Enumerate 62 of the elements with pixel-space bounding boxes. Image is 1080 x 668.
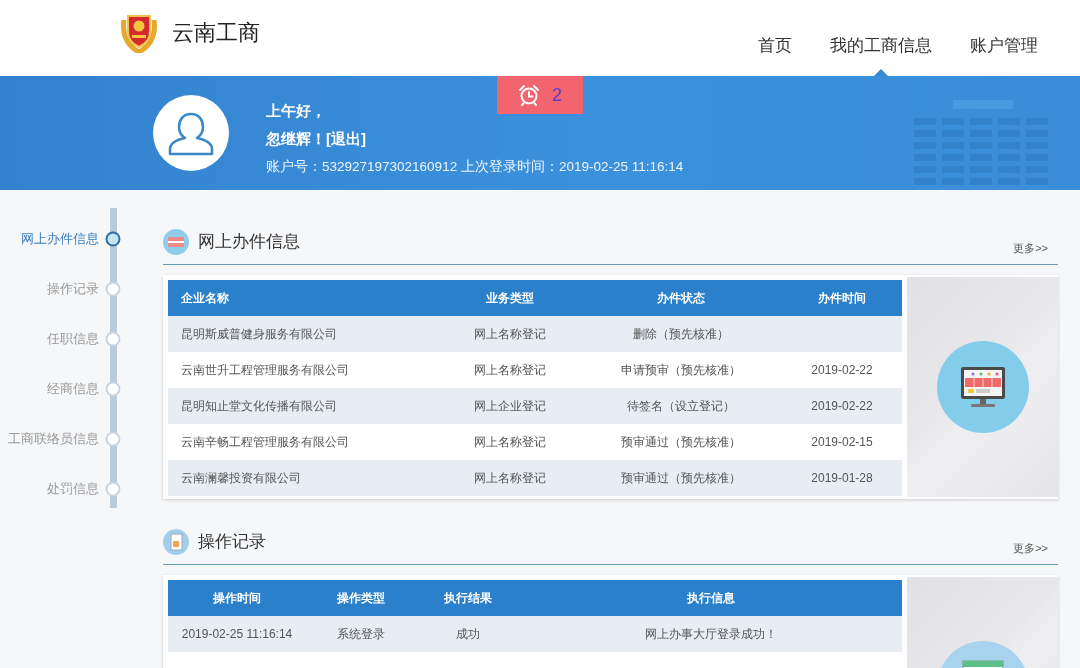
table-cell-text: 云南世升工程管理服务有限公司 — [180, 361, 350, 379]
sidebar-item[interactable]: 任职信息 — [47, 314, 121, 364]
table-cell-text: 2019-01-28 — [810, 470, 874, 487]
table-cell-text: 预审通过（预先核准） — [620, 469, 742, 487]
alarm-clock-icon — [518, 84, 540, 106]
table-cell-text: 昆明斯威普健身服务有限公司 — [180, 325, 338, 343]
sidebar-item[interactable]: 网上办件信息 — [21, 214, 121, 264]
section-title: 操作记录 — [198, 531, 266, 553]
user-name: 忽继辉！ — [266, 129, 326, 147]
sidebar-item[interactable]: 工商联络员信息 — [8, 414, 121, 464]
table-cell-text: 删除（预先核准） — [632, 325, 730, 343]
column-header: 企业名称 — [180, 289, 230, 307]
more-link[interactable]: 更多>> — [1013, 541, 1048, 556]
greeting-text: 上午好， — [266, 100, 326, 121]
table-cell-text: 云南澜馨投资有限公司 — [180, 469, 302, 487]
reminder-button[interactable]: 2 — [497, 76, 583, 114]
sidebar-item[interactable]: 处罚信息 — [47, 464, 121, 514]
timeline-node-icon — [105, 281, 121, 297]
column-header: 业务类型 — [485, 289, 535, 307]
table-cell-text: 网上企业登记 — [473, 397, 547, 415]
last-login-time: 上次登录时间：2019-02-25 11:16:14 — [460, 158, 684, 174]
table-cell-text: 预审通过（预先核准） — [620, 433, 742, 451]
table-cell-text: 2019-02-22 — [810, 362, 874, 379]
sidebar-item[interactable]: 经商信息 — [47, 364, 121, 414]
table-cell-text: 网上名称登记 — [473, 325, 547, 343]
column-header: 执行信息 — [685, 589, 736, 607]
nav-tab[interactable]: 首页 — [758, 0, 792, 76]
monitor-icon — [936, 341, 1029, 433]
table-cell-text: 网上办事大厅登录成功！ — [643, 625, 778, 643]
table-cell-text: 系统登录 — [336, 625, 386, 643]
section-title: 网上办件信息 — [198, 231, 300, 253]
table-cell-text: 申请预审（预先核准） — [620, 361, 742, 379]
more-link[interactable]: 更多>> — [1013, 241, 1048, 256]
nav-tab[interactable]: 账户管理 — [970, 0, 1038, 76]
table-cell-text: 云南辛畅工程管理服务有限公司 — [180, 433, 350, 451]
timeline-node-icon — [105, 231, 121, 247]
table-cell-text: 待签名（设立登记） — [626, 397, 736, 415]
account-number: 账户号：532927197302160912 — [266, 158, 458, 174]
column-header: 操作类型 — [336, 589, 386, 607]
column-header: 办件状态 — [656, 289, 706, 307]
nav-tab[interactable]: 我的工商信息 — [830, 0, 932, 76]
column-header: 办件时间 — [817, 289, 867, 307]
table-cell-text: 2019-02-15 — [810, 434, 874, 451]
timeline-node-icon — [105, 381, 121, 397]
logout-link[interactable]: [退出] — [326, 129, 366, 147]
table-cell-text: 2019-02-25 11:16:14 — [180, 626, 294, 643]
table-cell-text: 网上名称登记 — [473, 469, 547, 487]
table-cell-text: 2019-02-22 — [810, 398, 874, 415]
card-icon — [163, 228, 189, 255]
table-cell-text: 网上名称登记 — [473, 361, 547, 379]
timeline-node-icon — [105, 481, 121, 497]
sidebar-item[interactable]: 操作记录 — [47, 264, 121, 314]
timeline-node-icon — [105, 331, 121, 347]
table-cell-text: 成功 — [454, 625, 481, 643]
site-title: 云南工商 — [172, 19, 260, 47]
table-cell-text: 昆明知止堂文化传播有限公司 — [180, 397, 338, 415]
column-header: 操作时间 — [212, 589, 262, 607]
document-icon — [163, 528, 189, 555]
table-cell-text: 网上名称登记 — [473, 433, 547, 451]
avatar-icon — [153, 95, 229, 171]
column-header: 执行结果 — [442, 589, 493, 607]
timeline-node-icon — [105, 431, 121, 447]
